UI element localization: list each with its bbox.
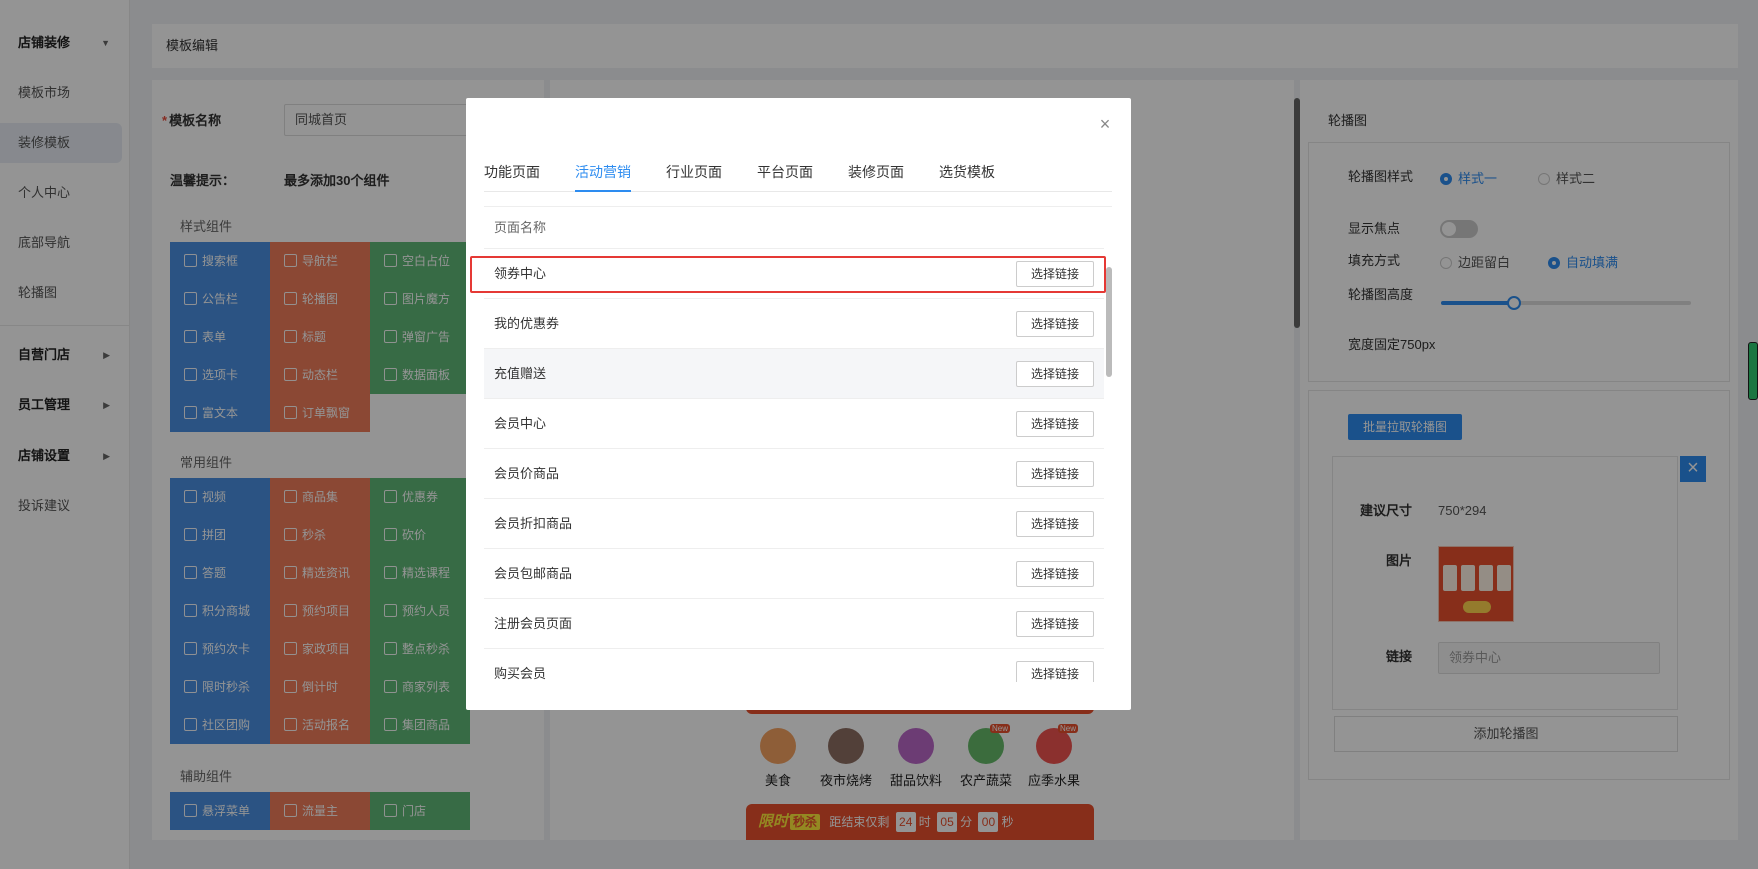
select-link-button[interactable]: 选择链接 <box>1016 511 1094 537</box>
tab-marketing[interactable]: 活动营销 <box>575 154 631 192</box>
list-item: 充值赠送 选择链接 <box>484 349 1104 399</box>
select-link-button[interactable]: 选择链接 <box>1016 361 1094 387</box>
list-scrollbar[interactable] <box>1106 267 1112 377</box>
list-item: 会员包邮商品 选择链接 <box>484 549 1104 599</box>
column-header: 页面名称 <box>484 207 1104 249</box>
modal-tabs: 功能页面 活动营销 行业页面 平台页面 装修页面 选货模板 <box>484 154 1112 192</box>
tab-industry-pages[interactable]: 行业页面 <box>666 154 722 192</box>
list-item: 注册会员页面 选择链接 <box>484 599 1104 649</box>
highlight-box <box>470 256 1106 293</box>
close-icon[interactable]: × <box>1097 115 1113 133</box>
select-link-button[interactable]: 选择链接 <box>1016 311 1094 337</box>
tab-platform-pages[interactable]: 平台页面 <box>757 154 813 192</box>
list-item: 购买会员 选择链接 <box>484 649 1104 682</box>
list-item: 会员中心 选择链接 <box>484 399 1104 449</box>
list-item: 会员价商品 选择链接 <box>484 449 1104 499</box>
tab-product-templates[interactable]: 选货模板 <box>939 154 995 192</box>
select-link-button[interactable]: 选择链接 <box>1016 661 1094 682</box>
list-item: 我的优惠券 选择链接 <box>484 299 1104 349</box>
select-link-button[interactable]: 选择链接 <box>1016 461 1094 487</box>
link-select-modal: × 功能页面 活动营销 行业页面 平台页面 装修页面 选货模板 页面名称 领券中… <box>466 98 1131 710</box>
select-link-button[interactable]: 选择链接 <box>1016 411 1094 437</box>
list-item: 会员折扣商品 选择链接 <box>484 499 1104 549</box>
tab-function-pages[interactable]: 功能页面 <box>484 154 540 192</box>
select-link-button[interactable]: 选择链接 <box>1016 611 1094 637</box>
tab-decoration-pages[interactable]: 装修页面 <box>848 154 904 192</box>
select-link-button[interactable]: 选择链接 <box>1016 561 1094 587</box>
